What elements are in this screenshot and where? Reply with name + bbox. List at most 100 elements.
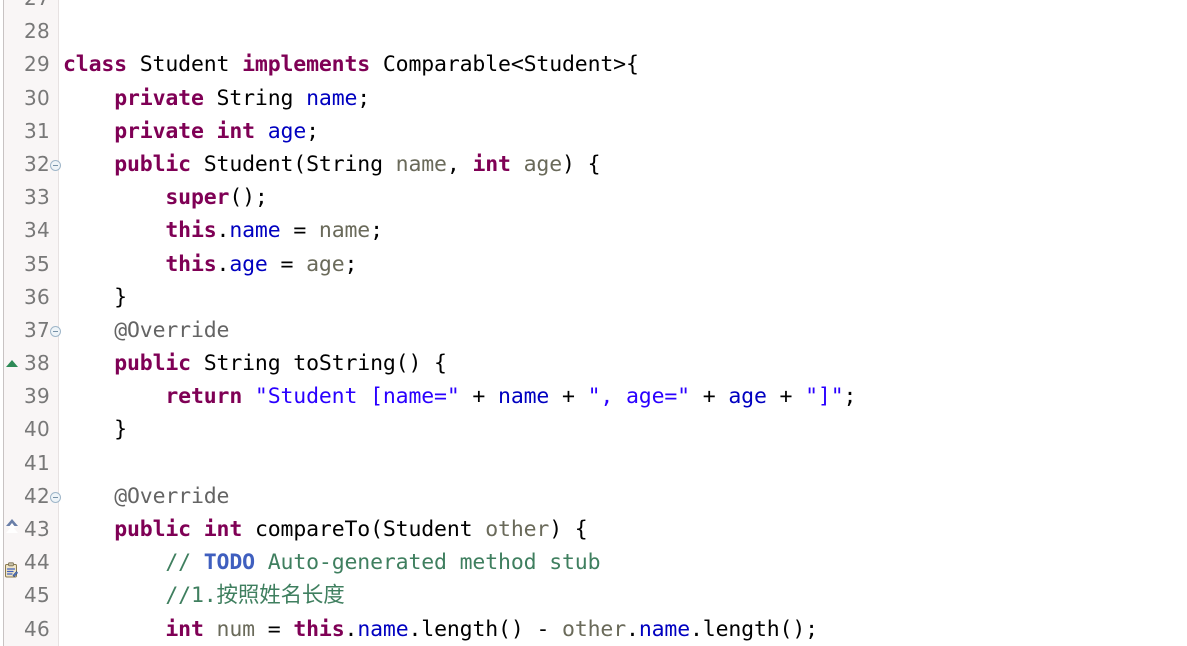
line-number: 37 [23, 317, 50, 342]
code-line[interactable]: 35 this.age = age; [0, 248, 1187, 281]
code-token-plain: (); [229, 185, 268, 211]
line-number: 30 [23, 85, 50, 110]
code-line[interactable]: 43 public int compareTo(Student other) { [0, 513, 1187, 546]
code-token-plain: } [63, 284, 127, 310]
fold-collapse-icon[interactable] [50, 491, 61, 503]
code-token-plain: compareTo(Student [254, 517, 486, 542]
code-token-fld: name [498, 384, 550, 410]
line-number: 46 [23, 616, 50, 641]
line-number: 33 [23, 185, 50, 210]
code-token-kw: int [165, 616, 217, 642]
code-token-kw: super [165, 185, 230, 211]
code-token-plain: ) { [549, 517, 588, 542]
code-line[interactable]: 27 [0, 0, 1187, 15]
code-token-kw: private [114, 85, 217, 111]
code-text[interactable]: private int age; [63, 115, 319, 148]
code-line[interactable]: 44 // TODO Auto-generated method stub [0, 546, 1187, 579]
code-line[interactable]: 30 private String name; [0, 82, 1187, 115]
code-text[interactable]: } [63, 413, 127, 446]
code-token-kw: public [114, 517, 204, 542]
implements-method-icon[interactable] [6, 519, 18, 533]
override-method-icon[interactable] [6, 360, 18, 368]
code-token-ann: @Override [114, 317, 230, 343]
code-line[interactable]: 39 return "Student [name=" + name + ", a… [0, 380, 1187, 413]
line-number: 32 [23, 151, 50, 176]
code-token-cmt: Auto-generated method stub [254, 550, 601, 576]
code-text[interactable]: // TODO Auto-generated method stub [63, 546, 600, 579]
code-token-plain: . [216, 218, 230, 244]
fold-collapse-icon[interactable] [50, 325, 61, 337]
code-line[interactable]: 37 @Override [0, 314, 1187, 347]
code-token-par: name [318, 218, 371, 244]
code-lines-container[interactable]: 27 28 29 class Student implements Comparabl… [0, 0, 1187, 646]
code-text[interactable]: this.age = age; [63, 248, 357, 281]
code-token-plain: = [267, 251, 307, 277]
code-line[interactable]: 42 @Override [0, 480, 1187, 513]
editor-left-margin [0, 0, 2, 646]
code-text[interactable]: private String name; [63, 82, 370, 115]
code-text[interactable]: public int compareTo(Student other) { [63, 513, 588, 546]
code-text[interactable]: public String toString() { [63, 347, 447, 380]
line-number: 45 [23, 583, 50, 608]
code-text[interactable]: class Student implements Comparable<Stud… [63, 48, 639, 81]
code-token-ann: @Override [114, 483, 230, 509]
code-text[interactable]: int num = this.name.length() - other.nam… [63, 613, 818, 646]
code-line[interactable]: 41 [0, 447, 1187, 480]
code-token-kw: this [165, 251, 217, 277]
code-token-plain: , [446, 151, 473, 177]
code-token-plain: + [459, 384, 499, 410]
fold-collapse-icon[interactable] [50, 159, 61, 171]
code-line[interactable]: 31 private int age; [0, 115, 1187, 148]
code-token-plain: + [549, 384, 588, 410]
code-token-par: num [216, 616, 256, 642]
code-editor[interactable]: 27 28 29 class Student implements Comparabl… [0, 0, 1187, 646]
code-line[interactable]: 46 int num = this.name.length() - other.… [0, 613, 1187, 646]
code-text[interactable]: super(); [63, 181, 268, 214]
line-number: 42 [23, 483, 50, 508]
code-token-plain: ; [357, 85, 371, 111]
code-token-plain: String toString() { [203, 351, 447, 377]
code-token-par: other [485, 517, 550, 542]
code-token-plain: ) { [562, 151, 601, 177]
code-text[interactable]: } [63, 281, 127, 314]
code-line[interactable]: 33 super(); [0, 181, 1187, 214]
code-token-plain: ; [306, 118, 319, 144]
code-line[interactable]: 28 [0, 15, 1187, 48]
code-line[interactable]: 38 public String toString() { [0, 347, 1187, 380]
code-line[interactable]: 32 public Student(String name, int age) … [0, 148, 1187, 181]
code-text[interactable]: public Student(String name, int age) { [63, 148, 600, 181]
code-token-kw: public [114, 151, 204, 177]
line-number: 41 [23, 450, 50, 475]
code-line[interactable]: 45 //1.按照姓名长度 [0, 579, 1187, 612]
code-line[interactable]: 34 this.name = name; [0, 214, 1187, 247]
editor-left-border [3, 0, 4, 646]
todo-task-icon[interactable] [4, 555, 18, 578]
code-token-todo: TODO [203, 550, 255, 576]
code-line[interactable]: 36 } [0, 281, 1187, 314]
code-text[interactable]: @Override [63, 480, 229, 513]
code-token-fld: name [638, 616, 690, 642]
code-token-fld: name [357, 616, 409, 642]
code-line[interactable]: 40 } [0, 413, 1187, 446]
code-line[interactable]: 29 class Student implements Comparable<St… [0, 48, 1187, 81]
code-text[interactable]: //1.按照姓名长度 [63, 579, 344, 612]
code-text[interactable]: @Override [63, 314, 229, 347]
code-token-par: other [562, 616, 627, 642]
code-token-plain: .length() - [408, 616, 563, 642]
line-number: 28 [23, 19, 50, 44]
code-text[interactable]: return "Student [name=" + name + ", age=… [63, 380, 856, 413]
line-number: 36 [23, 284, 50, 309]
code-token-kw: int [216, 118, 268, 144]
code-text[interactable]: this.name = name; [63, 214, 383, 247]
